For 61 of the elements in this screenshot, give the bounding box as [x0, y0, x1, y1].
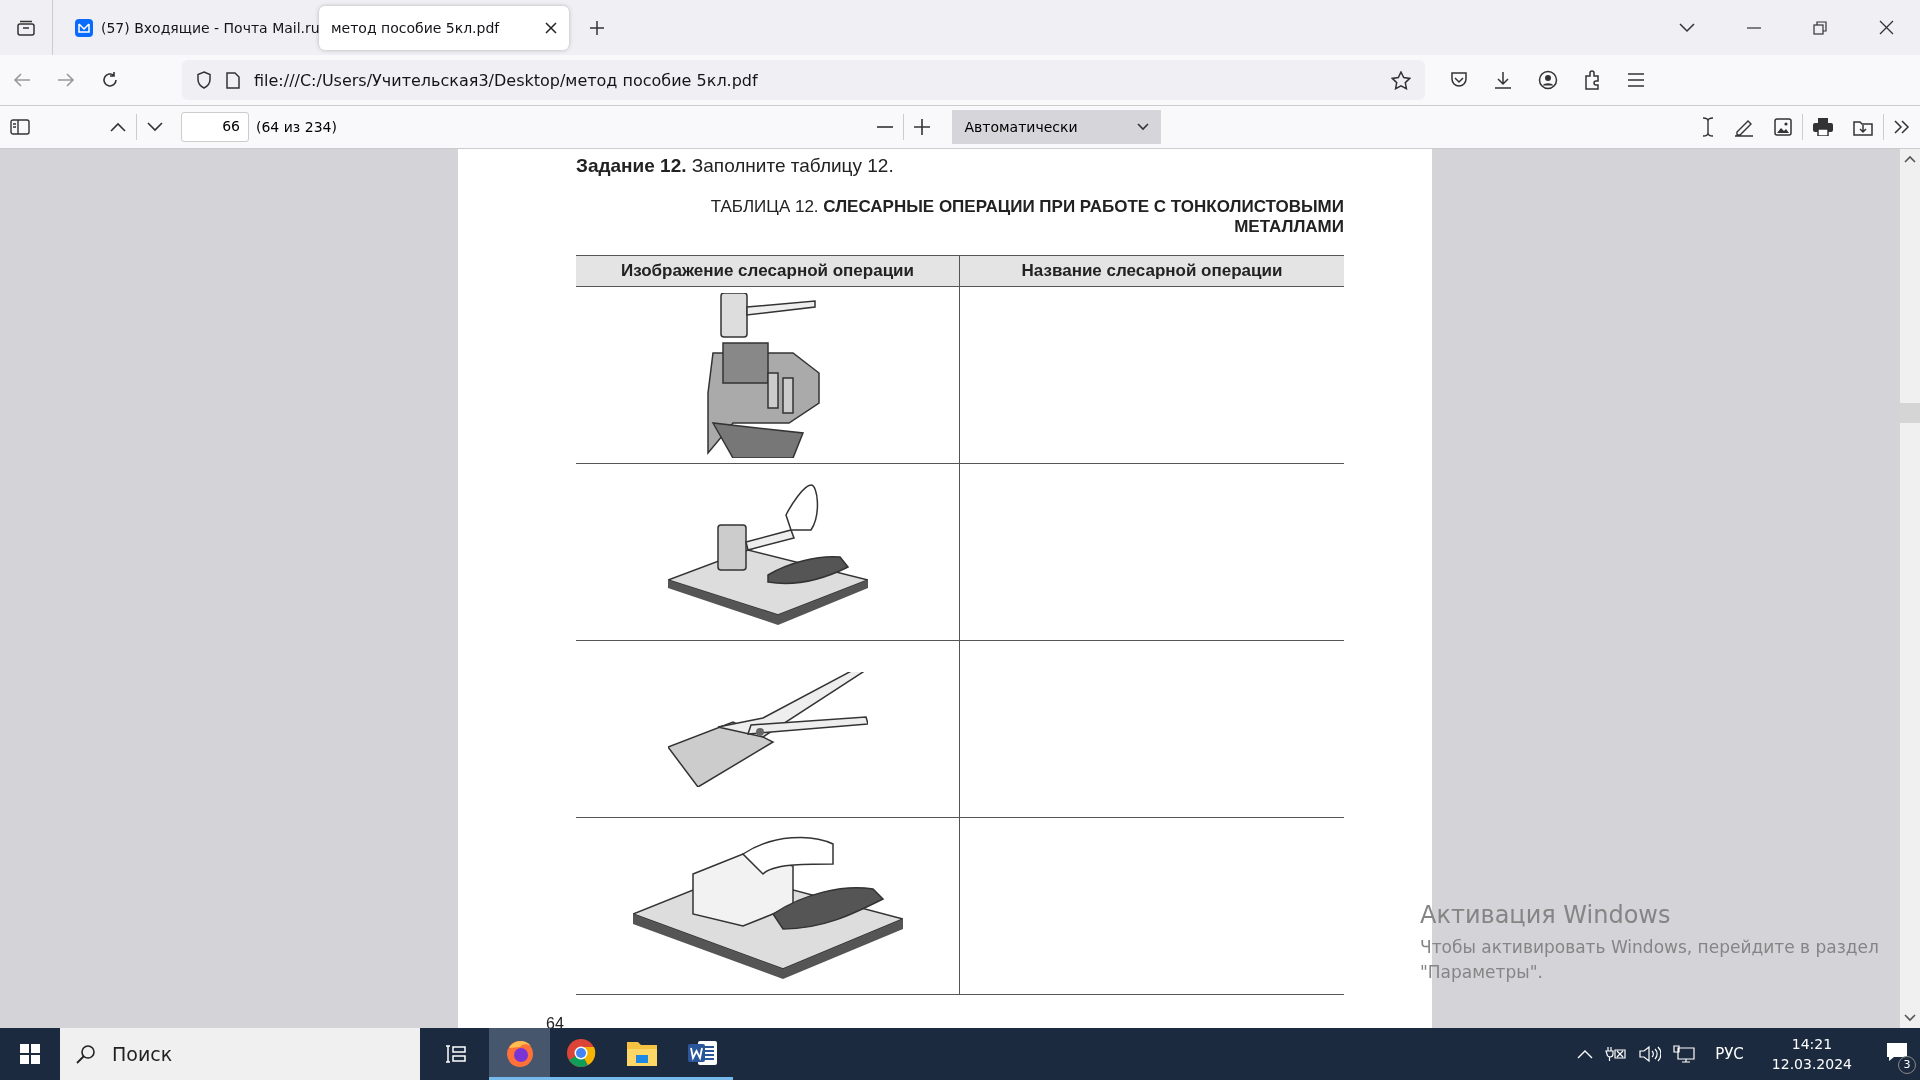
- folder-icon: [626, 1039, 657, 1066]
- image-icon[interactable]: [1774, 118, 1792, 136]
- notification-icon[interactable]: [1886, 1042, 1908, 1062]
- language-indicator[interactable]: РУС: [1715, 1045, 1744, 1063]
- column-header: Изображение слесарной операции: [576, 255, 960, 287]
- column-header: Название слесарной операции: [960, 255, 1344, 287]
- notification-badge: 3: [1898, 1056, 1916, 1074]
- zoom-select[interactable]: Автоматически: [952, 110, 1162, 144]
- restore-icon[interactable]: [1813, 20, 1827, 35]
- download-icon[interactable]: [1494, 71, 1512, 89]
- speaker-icon[interactable]: [1639, 1045, 1662, 1063]
- chevron-down-icon[interactable]: [1679, 22, 1695, 33]
- tab-title: (57) Входящие - Почта Mail.ru: [101, 19, 320, 36]
- taskbar-search-field[interactable]: Поиск: [60, 1028, 420, 1080]
- zoom-in-icon[interactable]: [914, 119, 931, 135]
- reload-icon[interactable]: [101, 71, 119, 89]
- account-icon[interactable]: [1538, 70, 1558, 90]
- close-icon[interactable]: [545, 21, 557, 34]
- windows-logo-icon: [20, 1044, 40, 1064]
- monitor-icon[interactable]: [1673, 1045, 1696, 1063]
- back-arrow-icon[interactable]: [13, 72, 31, 88]
- activation-text: Чтобы активировать Windows, перейдите в раздел "Параметры".: [1420, 936, 1880, 984]
- star-icon[interactable]: [1391, 70, 1411, 90]
- clock-date[interactable]: 12.03.2024: [1771, 1056, 1852, 1072]
- url-text: file:///C:/Users/Учительская3/Desktop/метод пособие 5кл.pdf: [254, 70, 758, 90]
- extensions-icon[interactable]: [1584, 70, 1602, 90]
- sidebar-toggle-icon[interactable]: [10, 119, 30, 135]
- chevron-down-icon: [1137, 123, 1150, 131]
- text-cursor-icon[interactable]: [1702, 117, 1714, 137]
- chevron-up-icon[interactable]: [110, 122, 126, 132]
- menu-icon[interactable]: [1628, 73, 1644, 87]
- double-chevron-icon[interactable]: [1894, 120, 1910, 134]
- task-text: Задание 12. Заполните таблицу 12.: [576, 155, 895, 177]
- tab-title: метод пособие 5кл.pdf: [331, 19, 501, 36]
- forward-arrow-icon[interactable]: [57, 72, 75, 88]
- clock-time[interactable]: 14:21: [1791, 1036, 1833, 1052]
- scrollbar[interactable]: [1900, 149, 1920, 1028]
- page-count: (64 из 234): [256, 119, 337, 135]
- mail-icon: [75, 18, 93, 37]
- save-icon[interactable]: [1853, 118, 1873, 136]
- search-icon: [76, 1044, 96, 1064]
- chrome-circle-icon: [565, 1037, 596, 1068]
- activation-title: Активация Windows: [1420, 901, 1672, 929]
- scroll-down-icon[interactable]: [1904, 1014, 1916, 1022]
- pocket-icon[interactable]: [1450, 72, 1468, 88]
- task-view-icon[interactable]: [445, 1044, 467, 1064]
- page-number-field[interactable]: 66: [181, 112, 249, 142]
- table-title: ТАБЛИЦА 12. СЛЕСАРНЫЕ ОПЕРАЦИИ ПРИ РАБОТЕ С ТОНКОЛИСТОВЫМИ МЕТАЛЛАМИ: [709, 197, 1344, 237]
- page-icon: [226, 71, 240, 89]
- power-plug-icon[interactable]: [1605, 1046, 1628, 1062]
- minimize-icon[interactable]: [1747, 26, 1761, 29]
- scroll-up-icon[interactable]: [1904, 155, 1916, 163]
- browser-tab[interactable]: метод пособие 5кл.pdf: [319, 5, 569, 50]
- close-icon[interactable]: [1879, 20, 1894, 35]
- new-tab-icon[interactable]: [589, 19, 605, 36]
- chevron-down-icon[interactable]: [147, 122, 163, 132]
- shield-icon: [196, 71, 212, 89]
- print-icon[interactable]: [1813, 118, 1833, 136]
- document-w-icon: [687, 1038, 718, 1067]
- address-bar[interactable]: file:///C:/Users/Учительская3/Desktop/метод пособие 5кл.pdf: [182, 60, 1425, 100]
- scroll-thumb[interactable]: [1900, 403, 1920, 423]
